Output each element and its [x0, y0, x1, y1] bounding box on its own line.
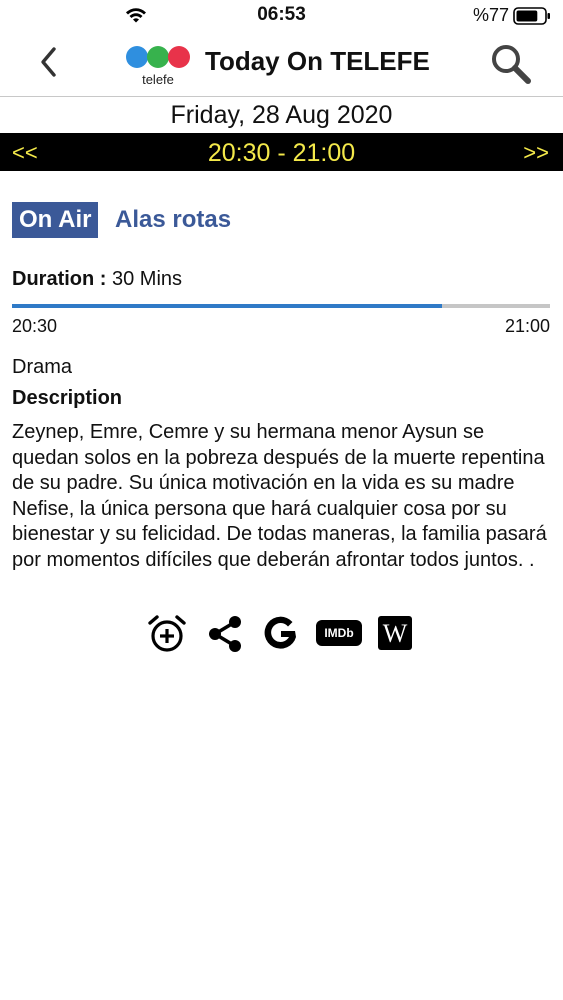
battery-level — [516, 10, 538, 22]
share-icon — [209, 616, 241, 652]
duration-row: Duration : 30 Mins — [12, 268, 182, 291]
time-range: 20:30 - 21:00 — [207, 139, 356, 167]
status-bar: 06:53 %77 — [0, 0, 563, 32]
share-button[interactable] — [205, 614, 245, 654]
duration-value: 30 Mins — [112, 268, 183, 290]
description-heading: Description — [12, 387, 123, 409]
description-text: Zeynep, Emre, Cemre y su hermana menor A… — [12, 421, 547, 571]
logo-dots — [126, 46, 190, 68]
next-slot-button[interactable]: >> — [523, 133, 549, 171]
duration-label: Duration : — [12, 268, 107, 290]
progress-fill — [12, 304, 443, 308]
end-time: 21:00 — [504, 316, 550, 336]
time-navigation-bar: << 20:30 - 21:00 >> — [0, 133, 563, 171]
search-icon — [492, 45, 531, 84]
screen: 06:53 %77 telefe Today On TELEFE Friday,… — [0, 0, 563, 1000]
on-air-badge: On Air — [12, 202, 99, 238]
google-search-button[interactable] — [261, 614, 301, 654]
action-row: IMDb W — [147, 614, 417, 654]
search-button[interactable] — [489, 42, 533, 86]
alarm-add-button[interactable] — [147, 614, 187, 654]
start-time: 20:30 — [12, 316, 58, 336]
genre: Drama — [12, 356, 73, 378]
telefe-logo: telefe — [124, 42, 192, 90]
page-title: Today On TELEFE — [205, 46, 430, 76]
nav-bar: telefe Today On TELEFE — [0, 32, 563, 97]
back-button[interactable] — [34, 44, 66, 80]
program-title: Alas rotas — [115, 206, 232, 233]
schedule-date: Friday, 28 Aug 2020 — [170, 101, 393, 129]
google-icon — [264, 616, 296, 649]
battery-percentage: %77 — [472, 5, 509, 25]
imdb-button[interactable]: IMDb — [316, 620, 362, 646]
battery-icon — [513, 7, 550, 25]
progress-bar — [12, 304, 550, 308]
wikipedia-button[interactable]: W — [378, 616, 412, 650]
alarm-add-icon — [148, 615, 186, 652]
chevron-left-icon — [41, 47, 56, 77]
logo-text: telefe — [142, 72, 174, 87]
